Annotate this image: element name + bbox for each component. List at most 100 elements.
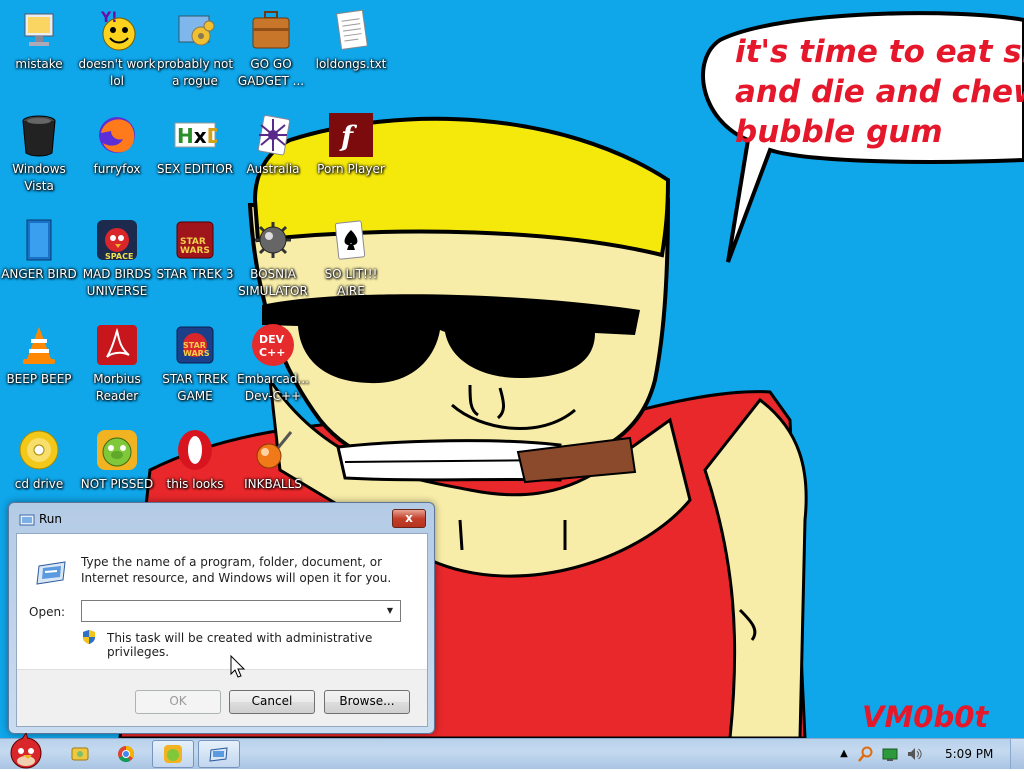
spider-solitaire-icon: [251, 113, 295, 157]
text-file-icon: [329, 8, 373, 52]
chevron-down-icon[interactable]: ▼: [383, 601, 397, 621]
run-dialog-footer: OK Cancel Browse...: [17, 669, 427, 726]
desktop-icon-australia[interactable]: Australia: [234, 107, 312, 207]
ok-button[interactable]: OK: [135, 690, 221, 714]
desktop-icon-label: furryfox: [93, 162, 141, 176]
taskbar-chrome-button[interactable]: [106, 741, 146, 767]
desktop-icon-probably-not-a-rogue[interactable]: probably not a rogue: [156, 2, 234, 102]
angry-birds-space-icon: SPACE: [95, 218, 139, 262]
show-desktop-button[interactable]: [1010, 739, 1024, 769]
open-input[interactable]: [85, 601, 375, 619]
desktop-icon-label: BOSNIA SIMULATOR: [238, 267, 308, 298]
desktop-icon-loldongs-txt[interactable]: loldongs.txt: [312, 2, 390, 102]
search-icon[interactable]: [858, 746, 874, 762]
run-title-icon: [19, 512, 35, 529]
browse-button[interactable]: Browse...: [324, 690, 410, 714]
control-panel-icon: [173, 8, 217, 52]
desktop-icon-label: mistake: [15, 57, 63, 71]
desktop-icon-windows-vista[interactable]: Windows Vista: [0, 107, 78, 207]
desktop-icon-label: this looks: [166, 477, 224, 491]
desktop-icon-label: Porn Player: [317, 162, 385, 176]
desktop-icon-star-trek-3[interactable]: STAR WARS STAR TREK 3: [156, 212, 234, 312]
desktop-icon-sex-editior[interactable]: HxD SEX EDITIOR: [156, 107, 234, 207]
desktop-icon-dev-cpp[interactable]: DEV C++ Embarcad... Dev-C++: [234, 317, 312, 417]
desktop-icon-label: cd drive: [14, 477, 64, 491]
taskbar-clock[interactable]: 5:09 PM: [945, 747, 993, 761]
desktop-icon-furryfox[interactable]: furryfox: [78, 107, 156, 207]
mine-icon: [251, 218, 295, 262]
flash-player-icon: f: [329, 113, 373, 157]
cancel-button[interactable]: Cancel: [229, 690, 315, 714]
desktop-icon-label: Australia: [246, 162, 300, 176]
desktop-icon-label: ANGER BIRD: [1, 267, 77, 281]
inkball-icon: [251, 428, 295, 472]
firefox-icon: [95, 113, 139, 157]
mouse-cursor-icon: [230, 654, 246, 682]
svg-text:WARS: WARS: [180, 246, 210, 256]
desktop-icon-morbius-reader[interactable]: Morbius Reader: [78, 317, 156, 417]
start-button[interactable]: [2, 731, 50, 769]
admin-privileges-note: This task will be created with administr…: [107, 631, 373, 659]
blue-book-icon: [17, 218, 61, 262]
svg-text:Y!: Y!: [100, 10, 118, 26]
adobe-reader-icon: [95, 323, 139, 367]
speech-line: bubble gum: [735, 114, 943, 150]
desktop-icon-mad-birds-universe[interactable]: SPACE MAD BIRDS UNIVERSE: [78, 212, 156, 312]
desktop-icon-bosnia-simulator[interactable]: BOSNIA SIMULATOR: [234, 212, 312, 312]
run-description: Type the name of a program, folder, docu…: [81, 555, 392, 585]
computer-icon: [17, 8, 61, 52]
desktop-icon-label: SO LIT!!! AIRE: [324, 267, 378, 298]
network-icon[interactable]: [882, 746, 898, 762]
briefcase-icon: [249, 8, 293, 52]
show-hidden-icons-icon[interactable]: ▲: [836, 746, 852, 762]
svg-text:SPACE: SPACE: [105, 252, 133, 261]
desktop-icon-mistake[interactable]: mistake: [0, 2, 78, 102]
speech-line: it's time to eat shit: [735, 34, 1024, 70]
svg-text:DEV: DEV: [259, 333, 285, 346]
speech-bubble-text: it's time to eat shit and die and chew b…: [735, 32, 1024, 152]
opera-icon: [173, 428, 217, 472]
cd-drive-icon: [17, 428, 61, 472]
desktop-icon-porn-player[interactable]: f Porn Player: [312, 107, 390, 207]
desktop-icon-label: Morbius Reader: [93, 372, 141, 403]
svg-text:HxD: HxD: [177, 124, 217, 148]
yahoo-messenger-icon: Y!: [95, 8, 139, 52]
desktop-icon-go-go-gadget[interactable]: GO GO GADGET ...: [232, 2, 310, 102]
taskbar-run-button[interactable]: [198, 740, 240, 768]
run-dialog: Run x Type the name of a program, folder…: [8, 502, 435, 734]
desktop-icon-doesnt-work[interactable]: Y! doesn't work lol: [78, 2, 156, 102]
bad-piggies-icon: [95, 428, 139, 472]
star-wars-game-icon: STAR WARS: [173, 323, 217, 367]
vlc-icon: [17, 323, 61, 367]
desktop-icon-label: STAR TREK GAME: [162, 372, 228, 403]
desktop-icon-so-lit-aire[interactable]: SO LIT!!! AIRE: [312, 212, 390, 312]
taskbar-bad-piggies-button[interactable]: [152, 740, 194, 768]
desktop-icon-label: probably not a rogue: [156, 57, 234, 88]
run-icon: [209, 747, 228, 762]
open-combobox[interactable]: ▼: [81, 600, 401, 622]
desktop-icon-beep-beep[interactable]: BEEP BEEP: [0, 317, 78, 417]
taskbar-explorer-button[interactable]: [60, 741, 100, 767]
run-dialog-titlebar[interactable]: Run: [17, 509, 417, 529]
svg-text:WARS: WARS: [183, 349, 210, 358]
run-icon: [35, 558, 67, 589]
open-label: Open:: [29, 605, 66, 619]
desktop-icon-label: NOT PISSED: [80, 477, 154, 491]
uac-shield-icon: [81, 629, 97, 648]
desktop-icon-label: loldongs.txt: [315, 57, 387, 71]
recycle-bin-icon: [17, 113, 61, 157]
run-dialog-body: Type the name of a program, folder, docu…: [16, 533, 428, 727]
desktop-icon-anger-bird[interactable]: ANGER BIRD: [0, 212, 78, 312]
close-button[interactable]: x: [392, 509, 426, 528]
dev-cpp-icon: DEV C++: [251, 323, 295, 367]
hex-editor-icon: HxD: [173, 113, 223, 157]
volume-icon[interactable]: [906, 746, 922, 762]
svg-text:C++: C++: [259, 346, 286, 359]
chrome-icon: [118, 746, 135, 763]
explorer-icon: [71, 747, 89, 761]
desktop-icon-label: MAD BIRDS UNIVERSE: [82, 267, 152, 298]
desktop-icon-star-trek-game[interactable]: STAR WARS STAR TREK GAME: [156, 317, 234, 417]
desktop-icon-label: BEEP BEEP: [6, 372, 72, 386]
speech-line: and die and chew: [735, 74, 1024, 110]
desktop-icon-label: GO GO GADGET ...: [237, 57, 305, 88]
